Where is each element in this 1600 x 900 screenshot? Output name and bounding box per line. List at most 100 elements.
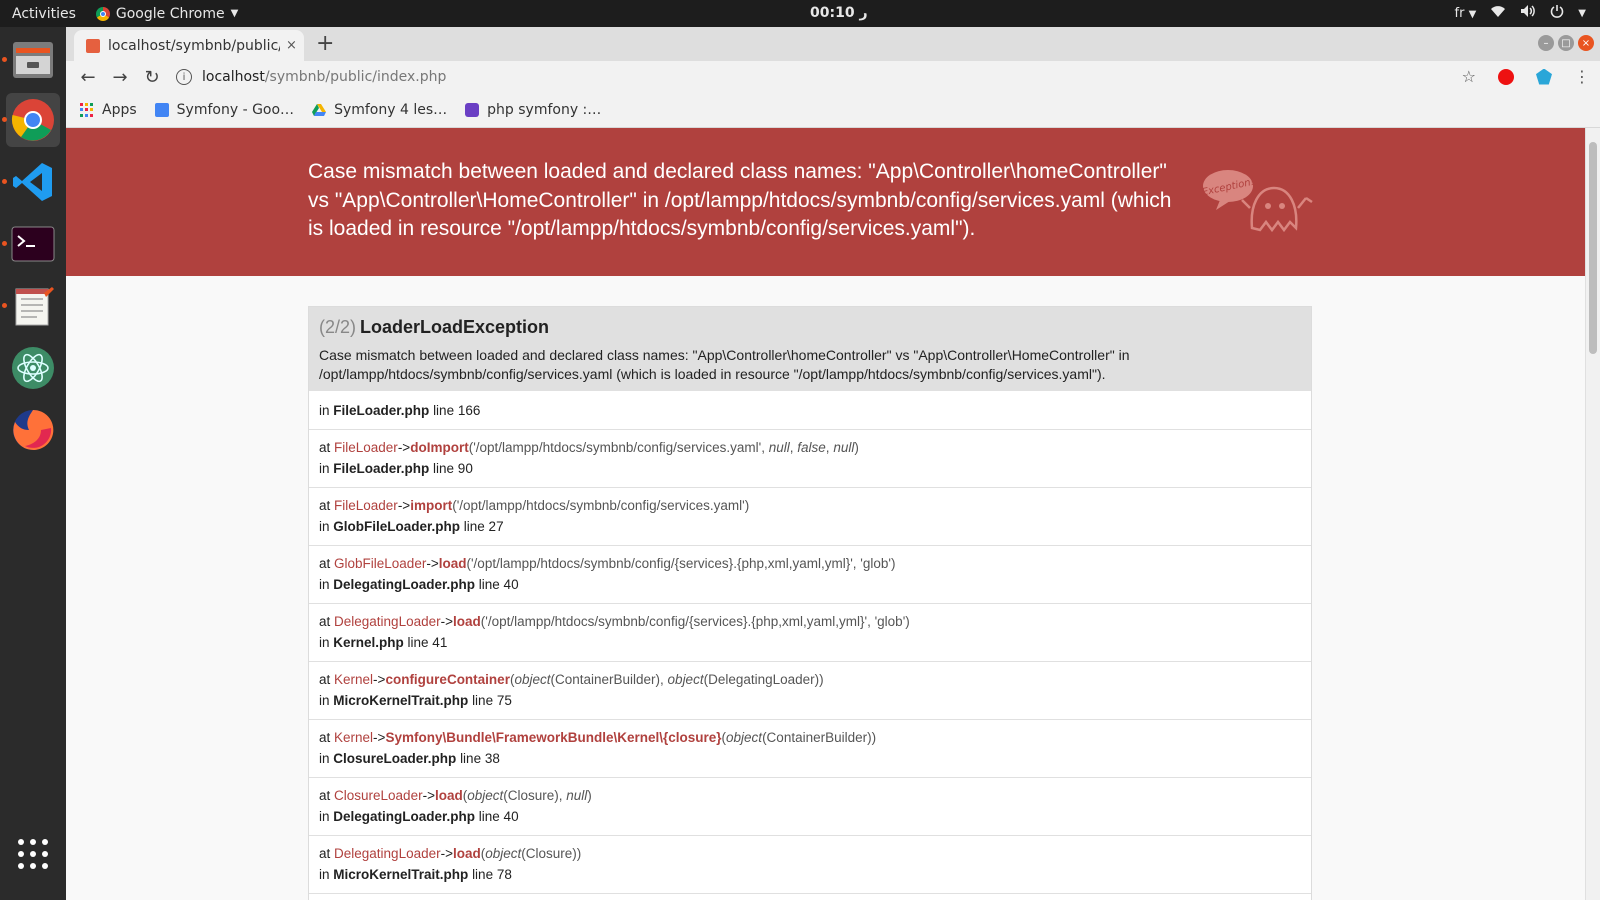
exception-banner: Case mismatch between loaded and declare…	[66, 128, 1586, 276]
info-icon[interactable]: i	[176, 69, 192, 85]
page-content: Case mismatch between loaded and declare…	[66, 128, 1586, 900]
trace-row: at GlobFileLoader->load('/opt/lampp/htdo…	[309, 546, 1311, 604]
new-tab-button[interactable]: +	[316, 31, 334, 56]
trace-class: Kernel	[334, 672, 374, 687]
language-label: fr	[1454, 5, 1465, 21]
exception-banner-message: Case mismatch between loaded and declare…	[308, 160, 1172, 240]
trace-function: Symfony\Bundle\FrameworkBundle\Kernel\{c…	[385, 730, 722, 745]
extension-red-icon[interactable]	[1498, 68, 1514, 85]
app-grid-icon[interactable]	[6, 827, 60, 881]
trace-line: line 90	[433, 461, 473, 476]
trace-class: FileLoader	[334, 440, 398, 455]
trace-file: FileLoader.php	[333, 403, 430, 418]
window-controls: – □ ×	[1538, 35, 1594, 51]
bookmark-star-icon[interactable]: ☆	[1462, 67, 1476, 86]
trace-row: at Kernel->configureContainer(object(Con…	[309, 662, 1311, 720]
trace-args: (object(ContainerBuilder))	[721, 730, 877, 745]
app-menu-label: Google Chrome	[115, 5, 225, 22]
trace-line: line 166	[433, 403, 481, 418]
chevron-down-icon: ▼	[230, 8, 239, 19]
exception-ghost-icon: Exception!	[1202, 170, 1313, 233]
chevron-down-icon: ▼	[1468, 8, 1477, 20]
trace-file: Kernel.php	[333, 635, 404, 650]
address-bar[interactable]: i localhost/symbnb/public/index.php	[176, 63, 1456, 91]
bookmark-apps[interactable]: Apps	[80, 102, 137, 118]
trace-args: ('/opt/lampp/htdocs/symbnb/config/servic…	[452, 498, 750, 513]
apps-icon	[80, 103, 94, 117]
bookmark-label: Symfony 4 les…	[334, 102, 448, 118]
menu-kebab-icon[interactable]: ⋮	[1574, 67, 1590, 86]
back-button[interactable]: ←	[78, 67, 98, 88]
trace-row: at FileLoader->import('/opt/lampp/htdocs…	[309, 488, 1311, 546]
minimize-button[interactable]: –	[1538, 35, 1554, 51]
bookmark-purple-icon	[465, 103, 480, 117]
bookmark-label: php symfony :…	[487, 102, 602, 118]
bookmark-php-symfony[interactable]: php symfony :…	[465, 102, 601, 118]
tab-close-icon[interactable]: ×	[286, 38, 297, 53]
google-docs-icon	[154, 103, 169, 117]
clock[interactable]: 00:10 ر	[810, 5, 868, 21]
system-tray[interactable]: fr ▼ ▼	[1455, 4, 1586, 22]
wifi-icon[interactable]	[1490, 4, 1506, 22]
trace-function: doImport	[410, 440, 469, 455]
trace-function: load	[453, 846, 481, 861]
firefox-icon[interactable]	[6, 403, 60, 457]
trace-file: MicroKernelTrait.php	[333, 867, 469, 882]
atom-icon[interactable]	[6, 341, 60, 395]
exception-message: Case mismatch between loaded and declare…	[319, 347, 1130, 382]
text-editor-icon[interactable]	[6, 279, 60, 333]
trace-row: at ClosureLoader->load(object(Closure), …	[309, 778, 1311, 836]
chrome-icon[interactable]	[6, 93, 60, 147]
language-indicator[interactable]: fr ▼	[1455, 6, 1477, 21]
trace-file: FileLoader.php	[333, 461, 430, 476]
scrollbar-thumb[interactable]	[1589, 142, 1597, 354]
page-scrollbar[interactable]	[1585, 128, 1600, 900]
chrome-window: localhost/symbnb/public/ × + – □ × ← → ↻…	[66, 27, 1600, 900]
chevron-down-icon: ▼	[1578, 7, 1586, 19]
app-menu[interactable]: Google Chrome ▼	[95, 5, 239, 22]
trace-line: line 27	[463, 519, 504, 534]
trace-origin: in FileLoader.php line 166	[309, 391, 1311, 430]
trace-function: load	[453, 614, 481, 629]
activities-button[interactable]: Activities	[12, 6, 76, 22]
vscode-icon[interactable]	[6, 155, 60, 209]
trace-class: DelegatingLoader	[334, 846, 441, 861]
trace-in-label: in	[319, 403, 330, 418]
trace-row: at DelegatingLoader->load(object(Closure…	[309, 836, 1311, 894]
tab-title: localhost/symbnb/public/	[108, 37, 280, 54]
reload-button[interactable]: ↻	[142, 67, 162, 88]
trace-args: ('/opt/lampp/htdocs/symbnb/config/{servi…	[480, 614, 910, 629]
trace-file: ClosureLoader.php	[333, 751, 457, 766]
url-path: /symbnb/public/index.php	[264, 69, 447, 85]
stack-trace: at FileLoader->doImport('/opt/lampp/htdo…	[309, 430, 1311, 894]
trace-file: DelegatingLoader.php	[333, 809, 476, 824]
terminal-icon[interactable]	[6, 217, 60, 271]
trace-row: at FileLoader->doImport('/opt/lampp/htdo…	[309, 430, 1311, 488]
forward-button[interactable]: →	[110, 67, 130, 88]
extension-blue-icon[interactable]	[1536, 68, 1552, 85]
trace-line: line 41	[407, 635, 448, 650]
files-icon[interactable]	[6, 33, 60, 87]
url-host: localhost	[202, 69, 265, 85]
bookmark-label: Symfony - Goo…	[176, 102, 295, 118]
trace-file: MicroKernelTrait.php	[333, 693, 469, 708]
trace-class: ClosureLoader	[334, 788, 423, 803]
trace-function: configureContainer	[385, 672, 510, 687]
dock	[0, 27, 66, 900]
trace-args: (object(Closure))	[480, 846, 582, 861]
volume-icon[interactable]	[1520, 4, 1536, 22]
exception-class: LoaderLoadException	[360, 317, 550, 337]
trace-args: ('/opt/lampp/htdocs/symbnb/config/{servi…	[466, 556, 896, 571]
bookmark-symfony-drive[interactable]: Symfony 4 les…	[312, 102, 447, 118]
trace-function: import	[410, 498, 453, 513]
trace-file: GlobFileLoader.php	[333, 519, 461, 534]
maximize-button[interactable]: □	[1558, 35, 1574, 51]
bookmark-symfony-docs[interactable]: Symfony - Goo…	[154, 102, 295, 118]
exception-panel: (2/2) LoaderLoadException Case mismatch b…	[308, 306, 1312, 900]
trace-row: at Kernel->Symfony\Bundle\FrameworkBundl…	[309, 720, 1311, 778]
bookmarks-bar: Apps Symfony - Goo… Symfony 4 les… php s…	[66, 93, 1600, 128]
close-window-button[interactable]: ×	[1578, 35, 1594, 51]
power-icon[interactable]	[1550, 4, 1564, 22]
trace-args: ('/opt/lampp/htdocs/symbnb/config/servic…	[468, 440, 859, 455]
browser-tab[interactable]: localhost/symbnb/public/ ×	[74, 30, 304, 61]
